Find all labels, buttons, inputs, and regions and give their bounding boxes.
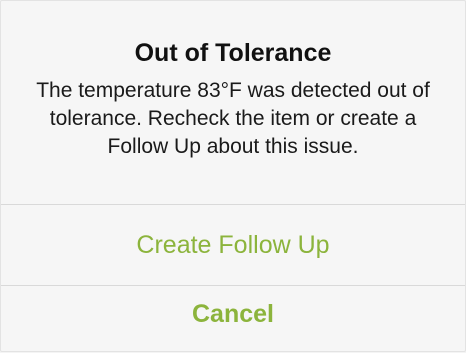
alert-header: Out of Tolerance The temperature 83°F wa… [1,1,465,204]
create-follow-up-button[interactable]: Create Follow Up [1,205,465,285]
cancel-button[interactable]: Cancel [1,286,465,353]
alert-title: Out of Tolerance [134,39,332,67]
alert-message: The temperature 83°F was detected out of… [36,79,430,158]
out-of-tolerance-alert: Out of Tolerance The temperature 83°F wa… [0,0,466,352]
